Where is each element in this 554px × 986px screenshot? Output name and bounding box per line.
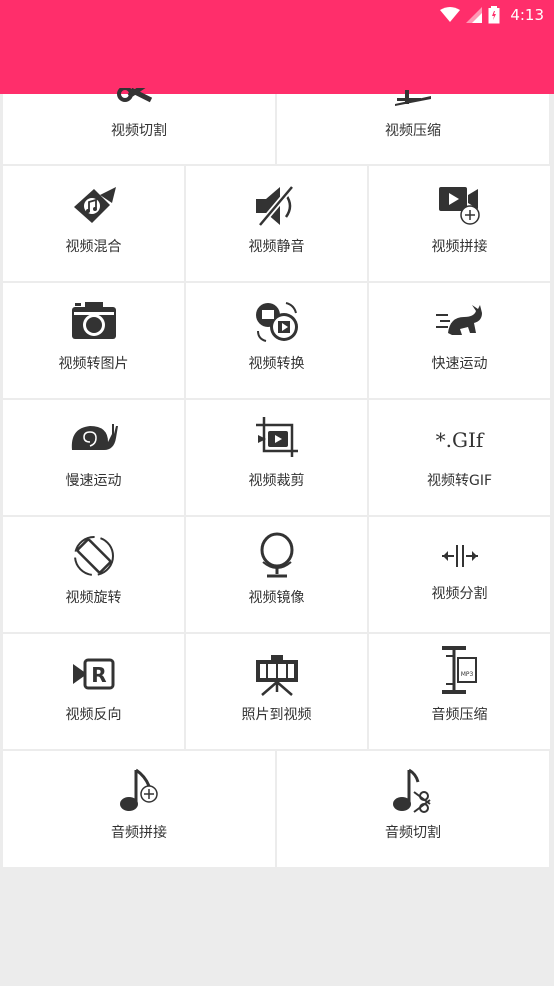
tool-label: 快速运动 [431,356,488,372]
tool-video-split[interactable]: 视频分割 [369,517,550,632]
tool-video-mix[interactable]: 视频混合 [3,166,184,281]
tool-video-crop[interactable]: 视频裁剪 [186,400,367,515]
scissors-icon [117,88,153,103]
tool-label: 音频切割 [385,825,441,841]
reverse-icon: R [72,658,114,690]
tool-label: 视频转换 [248,356,305,372]
status-icons: 4:13 [440,4,544,26]
status-bar: 4:13 [0,0,554,94]
reverse-icon-letter: R [91,663,106,687]
tool-label: 音频压缩 [431,707,488,723]
tool-label: 视频分割 [431,586,488,602]
tool-video-compress[interactable]: 视频压缩 [277,90,549,164]
video-music-mix-icon [73,187,116,223]
tool-label: 视频混合 [65,239,122,255]
tool-audio-cut[interactable]: 音频切割 [277,751,549,867]
tool-photo-to-video[interactable]: 照片到视频 [186,634,367,749]
rotate-icon [73,536,114,576]
audio-join-icon [120,768,158,811]
photo-to-video-icon [255,655,298,696]
mp3-icon-text: MP3 [460,671,473,678]
split-icon [441,545,478,567]
snail-icon [71,424,118,450]
battery-icon [488,6,500,24]
tool-audio-compress[interactable]: MP3 音频压缩 [369,634,550,749]
tool-video-convert[interactable]: 视频转换 [186,283,367,398]
signal-icon [466,7,483,23]
video-compress-icon [395,90,431,106]
wifi-icon [440,7,461,22]
audio-cut-icon [393,768,431,813]
tool-label: 视频压缩 [385,123,441,139]
tool-label: 视频转GIF [426,473,493,489]
tool-audio-join[interactable]: 音频拼接 [3,751,275,867]
tool-video-mute[interactable]: 视频静音 [186,166,367,281]
tool-video-cut[interactable]: 视频切割 [3,88,275,164]
tool-video-to-image[interactable]: 视频转图片 [3,283,184,398]
rabbit-icon [435,305,482,335]
tool-label: 慢速运动 [65,473,122,489]
tool-label: 视频拼接 [431,239,488,255]
audio-compress-icon: MP3 [441,646,477,694]
tool-fast-motion[interactable]: 快速运动 [369,283,550,398]
tool-slow-motion[interactable]: 慢速运动 [3,400,184,515]
video-convert-icon [255,302,298,342]
video-join-icon [438,187,480,225]
tool-label: 照片到视频 [241,707,312,723]
status-time: 4:13 [510,6,544,24]
tool-video-join[interactable]: 视频拼接 [369,166,550,281]
tool-video-rotate[interactable]: 视频旋转 [3,517,184,632]
tool-label: 视频转图片 [58,356,129,372]
tool-video-to-gif[interactable]: *.GIf 视频转GIF [369,400,550,515]
tool-label: 视频切割 [111,123,167,139]
tool-label: 视频反向 [65,707,122,723]
tool-label: 视频裁剪 [248,473,305,489]
camera-icon [71,302,116,339]
tool-label: 视频旋转 [65,590,122,606]
tool-video-reverse[interactable]: R 视频反向 [3,634,184,749]
tool-video-mirror[interactable]: 视频镜像 [186,517,367,632]
tool-label: 音频拼接 [111,825,167,841]
mirror-icon [260,532,293,578]
tool-label: 视频镜像 [248,590,305,606]
gif-icon: *.GIf [435,428,484,452]
mute-icon [255,185,294,227]
crop-video-icon [255,417,298,457]
tool-label: 视频静音 [248,239,305,255]
